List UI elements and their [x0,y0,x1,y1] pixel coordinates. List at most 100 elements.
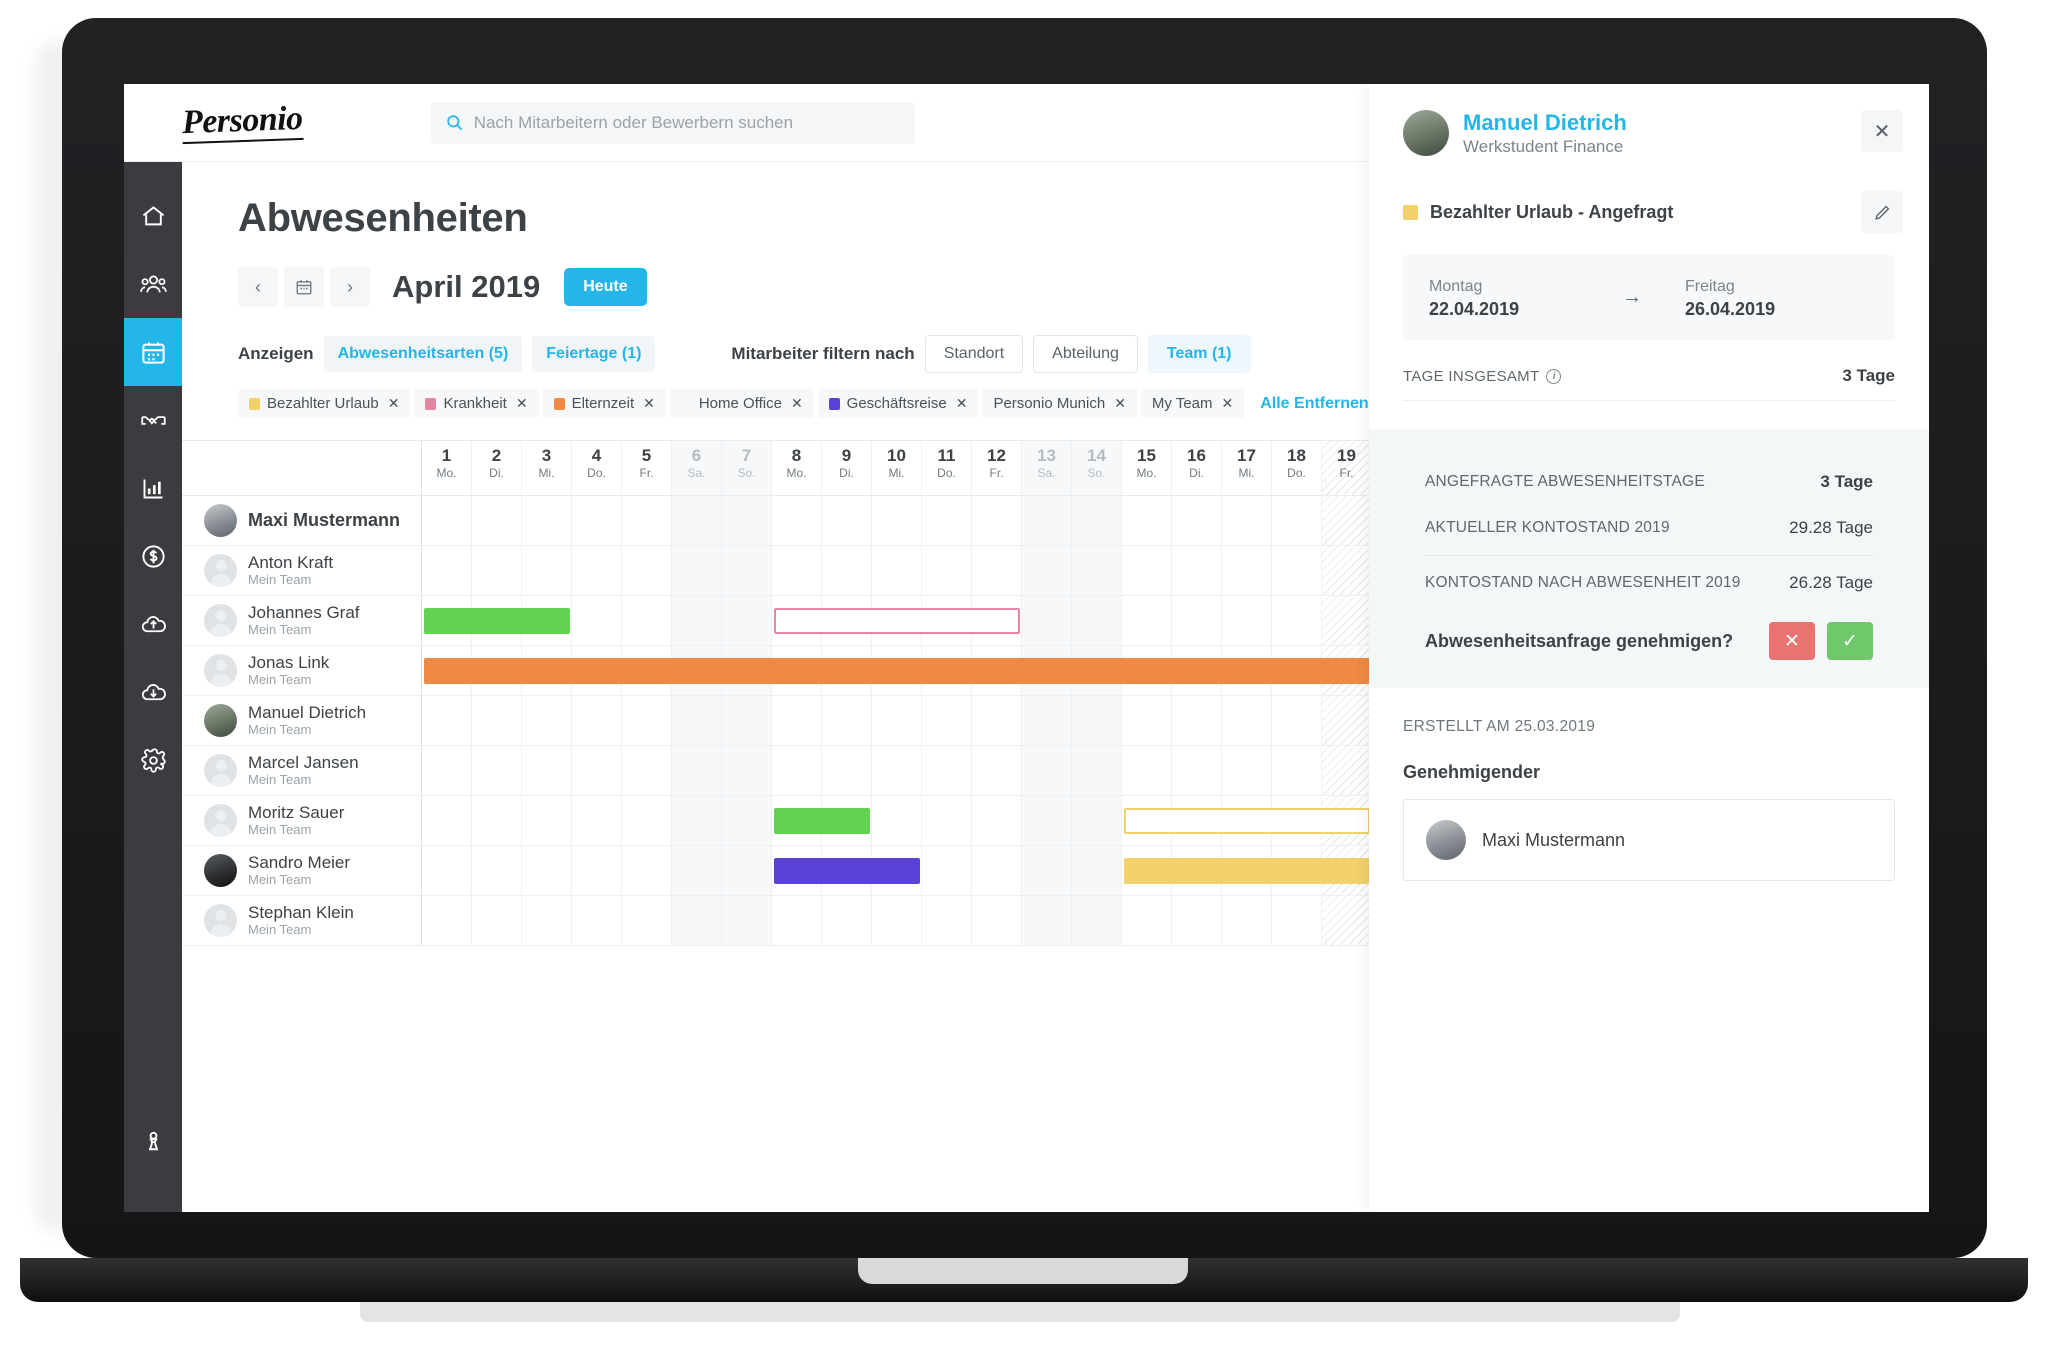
filter-tag[interactable]: Elternzeit ✕ [542,389,666,418]
calendar-day-cell[interactable] [972,746,1022,795]
calendar-day-cell[interactable] [1272,496,1322,545]
employee-name-cell[interactable]: Moritz Sauer Mein Team [182,796,422,845]
panel-person-name[interactable]: Manuel Dietrich [1463,110,1627,135]
employee-name-cell[interactable]: Johannes Graf Mein Team [182,596,422,645]
calendar-day-cell[interactable] [972,546,1022,595]
filter-holidays[interactable]: Feiertage (1) [532,336,656,372]
employee-name-cell[interactable]: Jonas Link Mein Team [182,646,422,695]
calendar-day-cell[interactable] [1072,546,1122,595]
calendar-day-cell[interactable] [972,796,1022,845]
tag-remove-icon[interactable]: ✕ [1222,395,1234,412]
calendar-day-cell[interactable] [1122,696,1172,745]
calendar-day-cell[interactable] [672,596,722,645]
calendar-day-cell[interactable] [672,546,722,595]
info-icon[interactable]: i [1546,368,1562,384]
sidebar-item-home[interactable] [124,182,182,250]
sidebar-item-download[interactable] [124,658,182,726]
calendar-day-cell[interactable] [572,896,622,945]
calendar-day-cell[interactable] [672,846,722,895]
calendar-day-cell[interactable] [672,796,722,845]
sidebar-item-absences[interactable] [124,318,182,386]
calendar-day-cell[interactable] [472,796,522,845]
calendar-day-cell[interactable] [572,496,622,545]
calendar-day-cell[interactable] [772,546,822,595]
calendar-day-cell[interactable] [1022,546,1072,595]
calendar-day-cell[interactable] [1222,696,1272,745]
calendar-day-cell[interactable] [422,696,472,745]
calendar-day-cell[interactable] [1222,596,1272,645]
tag-remove-icon[interactable]: ✕ [956,395,968,412]
absence-bar[interactable] [774,608,1020,634]
calendar-day-cell[interactable] [672,496,722,545]
calendar-day-cell[interactable] [722,596,772,645]
calendar-day-cell[interactable] [972,846,1022,895]
employee-name-cell[interactable]: Sandro Meier Mein Team [182,846,422,895]
sidebar-item-employees[interactable] [124,250,182,318]
deny-request-button[interactable]: ✕ [1769,622,1815,661]
employee-name-cell[interactable]: Maxi Mustermann [182,496,422,545]
clear-all-filters-link[interactable]: Alle Entfernen [1260,395,1368,413]
sidebar-item-settings[interactable] [124,726,182,794]
calendar-day-cell[interactable] [522,696,572,745]
calendar-day-cell[interactable] [572,696,622,745]
sidebar-item-upload[interactable] [124,590,182,658]
calendar-day-cell[interactable] [1172,546,1222,595]
calendar-day-cell[interactable] [1222,496,1272,545]
calendar-day-cell[interactable] [1272,546,1322,595]
calendar-day-cell[interactable] [622,746,672,795]
employee-name-cell[interactable]: Anton Kraft Mein Team [182,546,422,595]
calendar-day-cell[interactable] [1022,496,1072,545]
calendar-day-cell[interactable] [1322,596,1372,645]
calendar-day-cell[interactable] [972,496,1022,545]
sidebar-item-reports[interactable] [124,454,182,522]
calendar-day-cell[interactable] [1172,596,1222,645]
filter-tag[interactable]: Geschäftsreise ✕ [817,389,979,418]
filter-team-button[interactable]: Team (1) [1147,335,1251,373]
calendar-day-cell[interactable] [672,896,722,945]
personio-logo[interactable]: Personio [181,99,304,144]
calendar-day-cell[interactable] [822,696,872,745]
calendar-day-cell[interactable] [1172,496,1222,545]
calendar-day-cell[interactable] [1072,896,1122,945]
calendar-day-cell[interactable] [422,796,472,845]
calendar-day-cell[interactable] [772,696,822,745]
calendar-day-cell[interactable] [1322,896,1372,945]
absence-bar[interactable] [424,608,570,634]
calendar-day-cell[interactable] [472,846,522,895]
calendar-day-cell[interactable] [422,496,472,545]
calendar-day-cell[interactable] [1122,896,1172,945]
filter-tag[interactable]: Personio Munich ✕ [982,389,1137,418]
calendar-day-cell[interactable] [822,746,872,795]
filter-department-button[interactable]: Abteilung [1033,335,1138,373]
calendar-day-cell[interactable] [522,746,572,795]
sidebar-item-payroll[interactable] [124,522,182,590]
calendar-day-cell[interactable] [1222,746,1272,795]
calendar-day-cell[interactable] [622,696,672,745]
calendar-day-cell[interactable] [472,496,522,545]
calendar-day-cell[interactable] [1072,696,1122,745]
calendar-day-cell[interactable] [622,796,672,845]
calendar-day-cell[interactable] [1172,896,1222,945]
tag-remove-icon[interactable]: ✕ [516,395,528,412]
calendar-day-cell[interactable] [472,896,522,945]
calendar-day-cell[interactable] [872,796,922,845]
accept-request-button[interactable]: ✓ [1827,622,1873,661]
calendar-day-cell[interactable] [722,896,772,945]
filter-tag[interactable]: Home Office ✕ [669,389,814,418]
calendar-day-cell[interactable] [1322,496,1372,545]
calendar-day-cell[interactable] [722,746,772,795]
filter-location-button[interactable]: Standort [924,335,1024,373]
calendar-day-cell[interactable] [1122,496,1172,545]
next-month-button[interactable]: › [330,267,370,307]
calendar-day-cell[interactable] [1022,746,1072,795]
edit-absence-button[interactable] [1861,191,1903,234]
calendar-day-cell[interactable] [922,746,972,795]
calendar-day-cell[interactable] [472,696,522,745]
calendar-day-cell[interactable] [972,696,1022,745]
calendar-day-cell[interactable] [422,896,472,945]
close-panel-button[interactable]: ✕ [1861,110,1903,152]
calendar-day-cell[interactable] [872,746,922,795]
tag-remove-icon[interactable]: ✕ [791,395,803,412]
calendar-day-cell[interactable] [972,896,1022,945]
calendar-day-cell[interactable] [1022,596,1072,645]
